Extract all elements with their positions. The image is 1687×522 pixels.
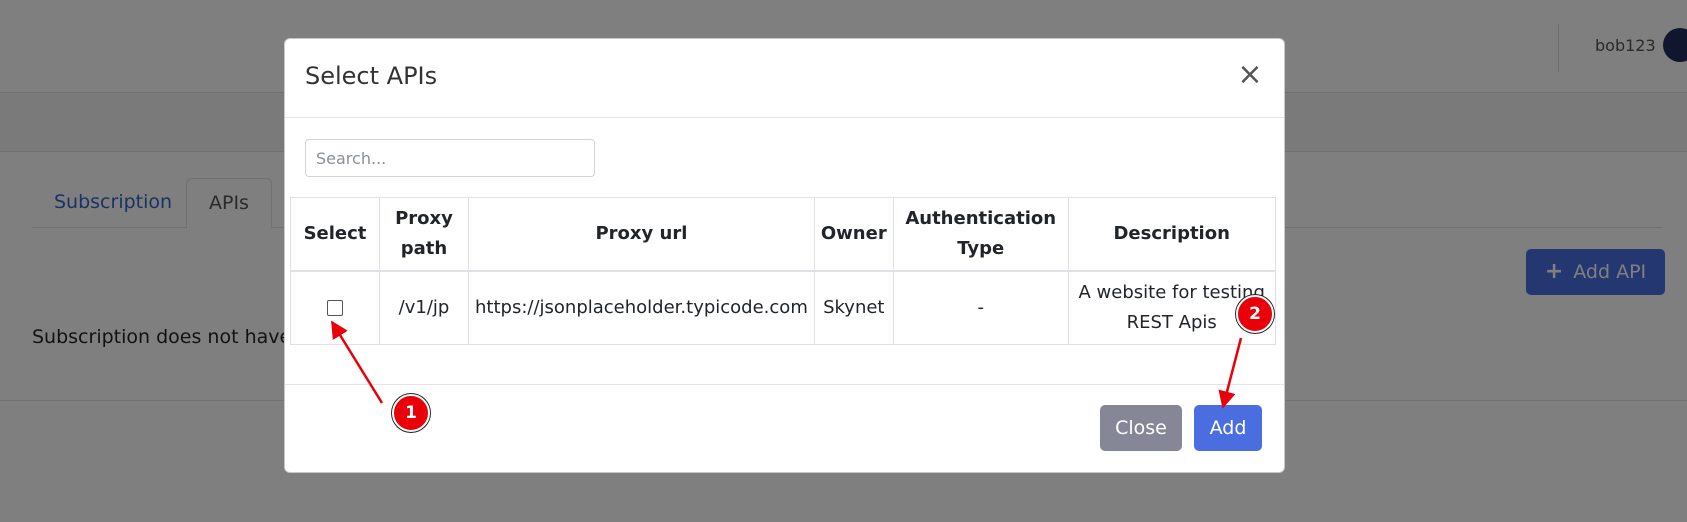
- select-apis-modal: Select APIs × Select Proxy path Proxy ur…: [284, 38, 1285, 473]
- header-authentication-type: Authentication Type: [892, 197, 1069, 272]
- header-proxy-path: Proxy path: [379, 197, 469, 272]
- proxy-path-cell: /v1/jp: [379, 270, 469, 345]
- modal-footer: Close Add: [285, 384, 1284, 472]
- apis-table: Select Proxy path Proxy url Owner Authen…: [290, 197, 1276, 345]
- search-input[interactable]: [305, 139, 595, 177]
- owner-cell: Skynet: [813, 270, 894, 345]
- proxy-url-cell: https://jsonplaceholder.typicode.com: [468, 270, 815, 345]
- header-description: Description: [1067, 197, 1276, 272]
- header-select: Select: [290, 197, 380, 272]
- auth-type-cell: -: [892, 270, 1069, 345]
- add-button[interactable]: Add: [1194, 405, 1262, 451]
- table-header-row: Select Proxy path Proxy url Owner Authen…: [290, 197, 1276, 272]
- annotation-marker-1: 1: [392, 394, 430, 432]
- modal-title: Select APIs: [305, 62, 438, 90]
- select-cell: [290, 270, 380, 345]
- close-button[interactable]: Close: [1100, 405, 1182, 451]
- annotation-marker-2: 2: [1236, 295, 1274, 333]
- header-owner: Owner: [813, 197, 894, 272]
- table-row: /v1/jp https://jsonplaceholder.typicode.…: [290, 270, 1276, 345]
- select-checkbox[interactable]: [327, 300, 343, 316]
- header-proxy-url: Proxy url: [468, 197, 815, 272]
- close-icon[interactable]: ×: [1235, 57, 1265, 93]
- modal-header: Select APIs ×: [285, 39, 1284, 118]
